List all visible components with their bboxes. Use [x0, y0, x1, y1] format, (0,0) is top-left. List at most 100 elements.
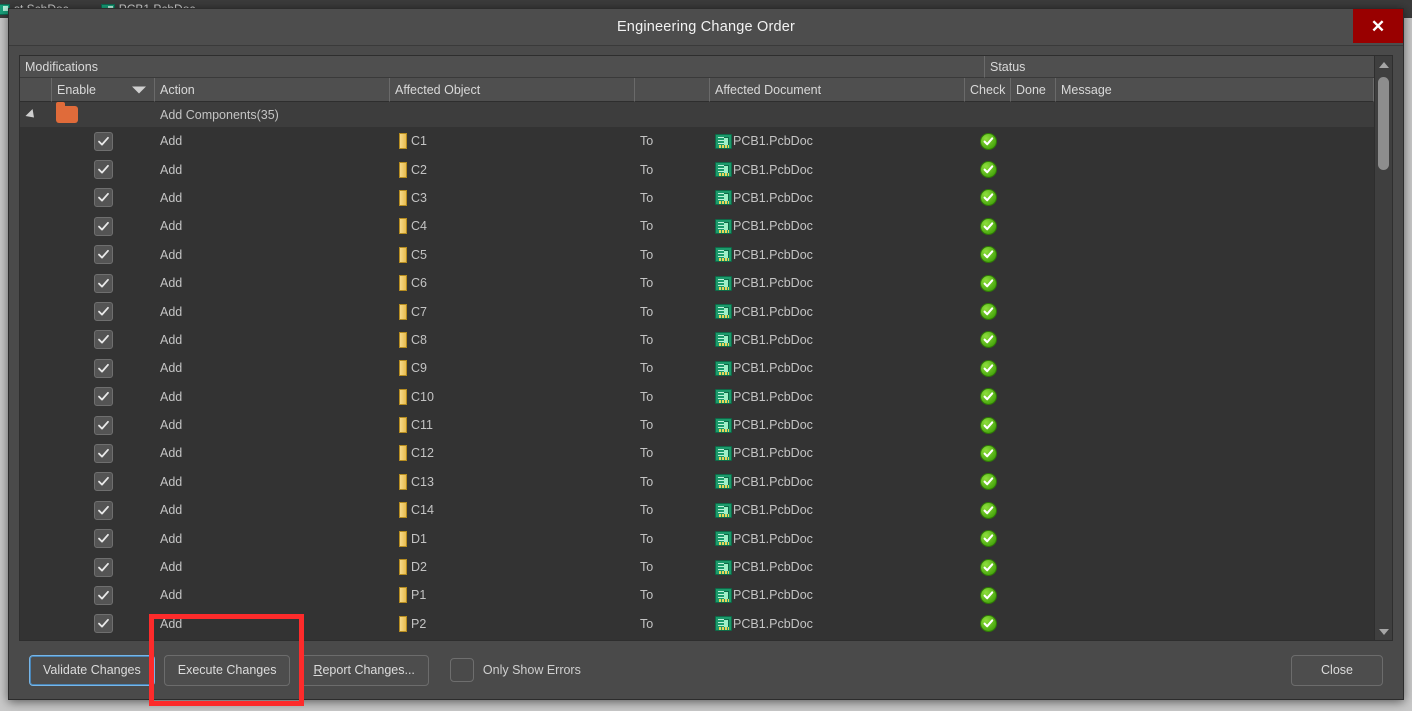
column-header-tree	[20, 78, 52, 102]
table-row[interactable]: Add C4 To PCB1.PcbDoc	[20, 212, 1374, 240]
enable-cell[interactable]	[52, 524, 155, 552]
enable-cell[interactable]	[52, 553, 155, 581]
relation-cell: To	[640, 361, 654, 376]
affected-object-cell: P2	[390, 610, 635, 638]
row-enable-checkbox[interactable]	[94, 472, 113, 492]
table-row[interactable]: Add P2 To PCB1.PcbDoc	[20, 610, 1374, 638]
row-enable-checkbox[interactable]	[94, 585, 113, 605]
table-row[interactable]: Add D2 To PCB1.PcbDoc	[20, 553, 1374, 581]
enable-cell[interactable]	[52, 411, 155, 439]
scroll-up-arrow-icon[interactable]	[1375, 56, 1392, 73]
affected-document-cell: PCB1.PcbDoc	[710, 439, 965, 467]
status-ok-icon	[979, 303, 997, 321]
group-row-add-components[interactable]: Add Components(35)	[20, 102, 1374, 127]
close-button[interactable]: Close	[1291, 654, 1383, 686]
row-enable-checkbox[interactable]	[94, 216, 113, 236]
table-row[interactable]: Add D1 To PCB1.PcbDoc	[20, 524, 1374, 552]
only-show-errors-checkbox[interactable]	[449, 658, 474, 682]
enable-cell[interactable]	[52, 383, 155, 411]
affected-document-cell: PCB1.PcbDoc	[710, 241, 965, 269]
row-enable-checkbox[interactable]	[94, 302, 113, 322]
pcb-document-icon	[715, 247, 732, 263]
enable-cell[interactable]	[52, 610, 155, 638]
column-header-message[interactable]: Message	[1056, 78, 1374, 102]
table-row[interactable]: Add C8 To PCB1.PcbDoc	[20, 326, 1374, 354]
close-icon[interactable]: ✕	[1353, 9, 1403, 43]
status-ok-icon	[979, 444, 997, 462]
row-enable-checkbox[interactable]	[94, 188, 113, 208]
table-row[interactable]: Add C6 To PCB1.PcbDoc	[20, 269, 1374, 297]
relation-cell: To	[640, 162, 654, 177]
enable-cell[interactable]	[52, 581, 155, 609]
scroll-down-arrow-icon[interactable]	[1375, 623, 1392, 640]
row-enable-checkbox[interactable]	[94, 500, 113, 520]
done-status-cell	[1011, 241, 1056, 269]
row-enable-checkbox[interactable]	[94, 245, 113, 265]
message-cell	[1056, 212, 1374, 240]
component-icon	[395, 246, 410, 264]
row-enable-checkbox[interactable]	[94, 131, 113, 151]
row-enable-checkbox[interactable]	[94, 529, 113, 549]
row-enable-checkbox[interactable]	[94, 330, 113, 350]
enable-cell[interactable]	[52, 354, 155, 382]
collapse-triangle-icon[interactable]	[25, 108, 38, 121]
enable-cell[interactable]	[52, 297, 155, 325]
row-enable-checkbox[interactable]	[94, 557, 113, 577]
table-row[interactable]: Add C10 To PCB1.PcbDoc	[20, 383, 1374, 411]
message-cell	[1056, 411, 1374, 439]
scrollbar-track[interactable]	[1375, 73, 1392, 623]
scrollbar-thumb[interactable]	[1378, 77, 1389, 170]
vertical-scrollbar[interactable]	[1374, 56, 1392, 640]
column-header-done[interactable]: Done	[1011, 78, 1056, 102]
table-row[interactable]: Add C11 To PCB1.PcbDoc	[20, 411, 1374, 439]
component-icon	[395, 444, 410, 462]
message-cell	[1056, 184, 1374, 212]
check-status-cell	[965, 326, 1011, 354]
table-row[interactable]: Add C7 To PCB1.PcbDoc	[20, 297, 1374, 325]
column-header-affected-document[interactable]: Affected Document	[710, 78, 965, 102]
table-row[interactable]: Add C14 To PCB1.PcbDoc	[20, 496, 1374, 524]
row-enable-checkbox[interactable]	[94, 160, 113, 180]
message-cell	[1056, 553, 1374, 581]
enable-cell[interactable]	[52, 326, 155, 354]
table-row[interactable]: Add C5 To PCB1.PcbDoc	[20, 241, 1374, 269]
execute-changes-button[interactable]: Execute Changes	[163, 654, 291, 686]
table-row[interactable]: Add C12 To PCB1.PcbDoc	[20, 439, 1374, 467]
enable-cell[interactable]	[52, 127, 155, 155]
validate-changes-button[interactable]: Validate Changes	[29, 654, 155, 686]
group-header-modifications[interactable]: Modifications	[20, 56, 985, 78]
report-changes-button[interactable]: Report Changes...	[299, 654, 429, 686]
enable-cell[interactable]	[52, 184, 155, 212]
column-header-affected-object[interactable]: Affected Object	[390, 78, 635, 102]
enable-cell[interactable]	[52, 269, 155, 297]
table-row[interactable]: Add C3 To PCB1.PcbDoc	[20, 184, 1374, 212]
column-header-enable[interactable]: Enable	[52, 78, 155, 102]
row-enable-checkbox[interactable]	[94, 415, 113, 435]
table-row[interactable]: Add C9 To PCB1.PcbDoc	[20, 354, 1374, 382]
affected-object-cell: C3	[390, 184, 635, 212]
table-row[interactable]: Add C13 To PCB1.PcbDoc	[20, 468, 1374, 496]
enable-cell[interactable]	[52, 439, 155, 467]
column-header-check[interactable]: Check	[965, 78, 1011, 102]
enable-cell[interactable]	[52, 496, 155, 524]
enable-cell[interactable]	[52, 212, 155, 240]
done-status-cell	[1011, 581, 1056, 609]
row-enable-checkbox[interactable]	[94, 387, 113, 407]
table-row[interactable]: Add P1 To PCB1.PcbDoc	[20, 581, 1374, 609]
enable-cell[interactable]	[52, 468, 155, 496]
affected-document-cell: PCB1.PcbDoc	[710, 581, 965, 609]
enable-cell[interactable]	[52, 155, 155, 183]
tree-toggle[interactable]	[20, 102, 52, 127]
table-row[interactable]: Add C1 To PCB1.PcbDoc	[20, 127, 1374, 155]
row-enable-checkbox[interactable]	[94, 443, 113, 463]
row-enable-checkbox[interactable]	[94, 273, 113, 293]
table-row[interactable]: Add C2 To PCB1.PcbDoc	[20, 155, 1374, 183]
row-enable-checkbox[interactable]	[94, 358, 113, 378]
column-header-action[interactable]: Action	[155, 78, 390, 102]
chevron-down-icon[interactable]	[132, 86, 146, 93]
affected-object-cell: C9	[390, 354, 635, 382]
ic-pins	[406, 390, 410, 404]
enable-cell[interactable]	[52, 241, 155, 269]
group-header-status[interactable]: Status	[985, 56, 1374, 78]
row-enable-checkbox[interactable]	[94, 614, 113, 634]
